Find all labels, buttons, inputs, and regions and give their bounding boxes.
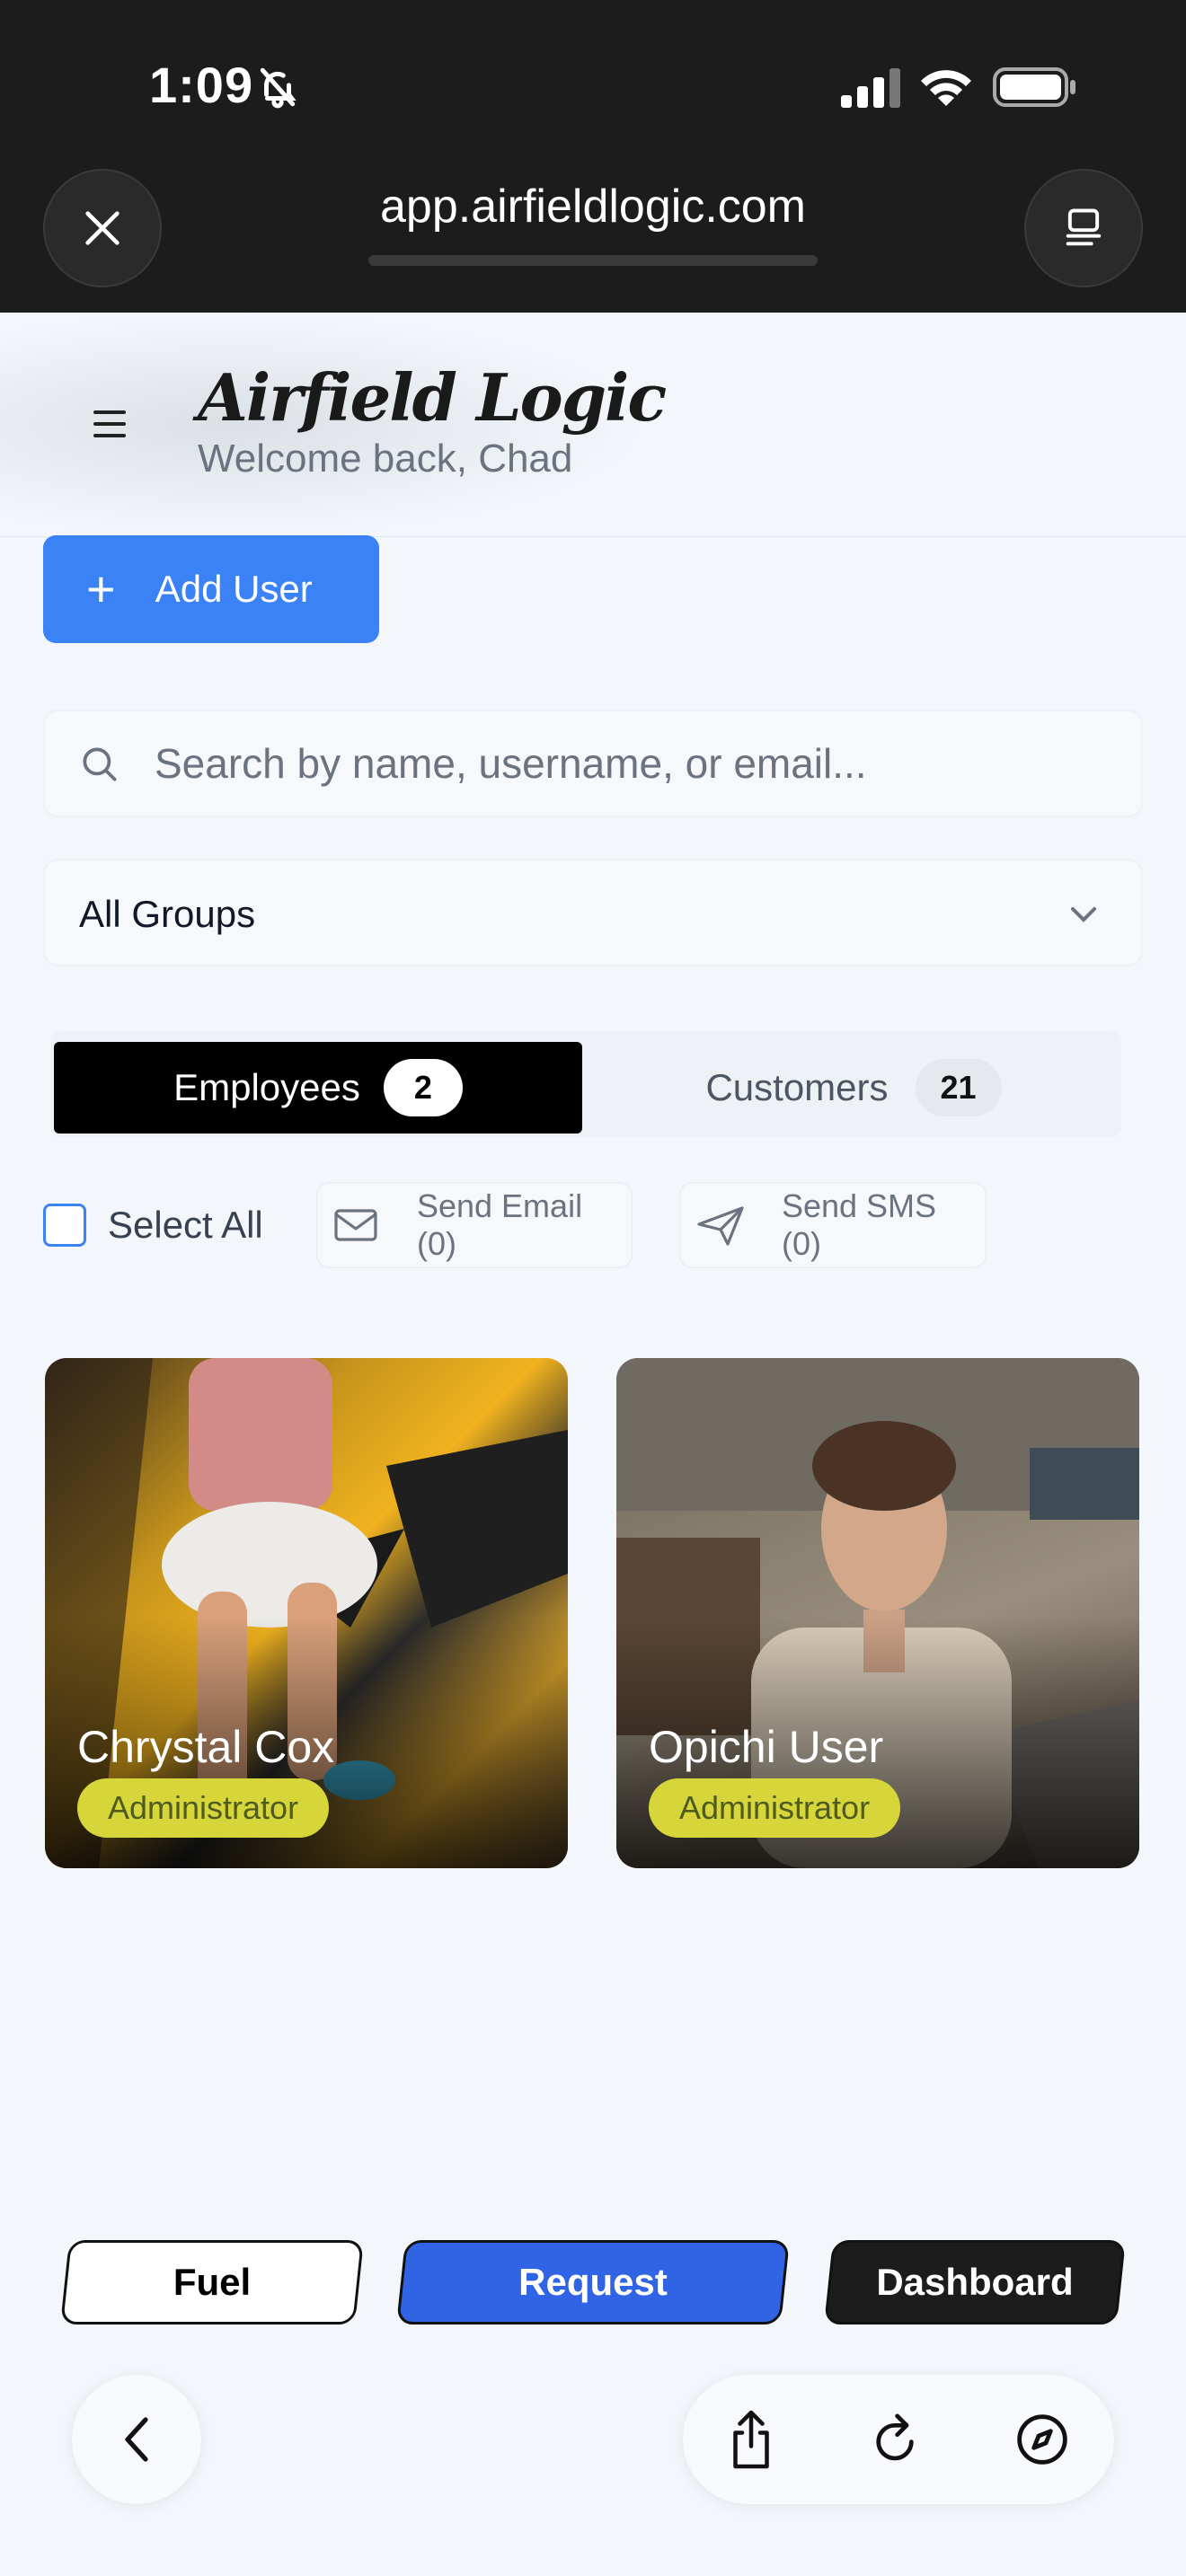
select-all-checkbox[interactable]: [43, 1204, 86, 1247]
user-name: Chrystal Cox: [77, 1722, 335, 1772]
tabs-button[interactable]: [1024, 169, 1143, 287]
menu-icon: [93, 410, 126, 437]
request-button[interactable]: Request: [396, 2240, 790, 2325]
reload-icon[interactable]: [863, 2407, 927, 2472]
send-email-button[interactable]: Send Email (0): [316, 1182, 633, 1268]
send-email-label: Send Email (0): [416, 1187, 583, 1262]
tab-customers[interactable]: Customers 21: [589, 1042, 1118, 1134]
signal-icon: [841, 68, 900, 108]
user-name: Opichi User: [649, 1722, 884, 1772]
menu-button[interactable]: [83, 397, 137, 451]
request-label: Request: [518, 2261, 668, 2303]
back-button[interactable]: [72, 2375, 201, 2504]
add-user-label: Add User: [155, 568, 313, 610]
tab-employees-label: Employees: [173, 1066, 360, 1108]
send-sms-button[interactable]: Send SMS (0): [679, 1182, 987, 1268]
select-all-label[interactable]: Select All: [108, 1204, 263, 1247]
tab-employees-count: 2: [383, 1059, 463, 1116]
battery-icon: [993, 67, 1075, 107]
search-icon: [83, 747, 117, 781]
send-sms-label: Send SMS (0): [781, 1187, 937, 1262]
add-user-button[interactable]: + Add User: [43, 535, 379, 643]
user-type-tabs: Employees 2 Customers 21: [50, 1031, 1121, 1137]
plus-icon: +: [86, 560, 116, 617]
send-icon: [697, 1206, 744, 1246]
dashboard-button[interactable]: Dashboard: [824, 2240, 1126, 2325]
url-bar[interactable]: app.airfieldlogic.com: [359, 180, 827, 234]
compass-icon[interactable]: [1010, 2407, 1075, 2472]
tab-customers-count: 21: [915, 1059, 1002, 1116]
mail-icon: [334, 1209, 377, 1241]
user-card[interactable]: Chrystal Cox Administrator: [45, 1358, 568, 1868]
fuel-button[interactable]: Fuel: [60, 2240, 364, 2325]
fuel-label: Fuel: [173, 2261, 252, 2303]
back-icon: [125, 2417, 148, 2462]
welcome-message: Welcome back, Chad: [198, 437, 573, 481]
tab-employees[interactable]: Employees 2: [54, 1042, 582, 1134]
share-icon[interactable]: [719, 2407, 783, 2472]
status-time: 1:09: [149, 57, 254, 113]
bell-slash-icon: [260, 67, 296, 109]
tab-customers-label: Customers: [705, 1066, 889, 1108]
brand-logo: Airfield Logic: [198, 359, 667, 436]
role-badge: Administrator: [77, 1778, 330, 1838]
search-input[interactable]: [155, 711, 1125, 816]
group-select[interactable]: All Groups: [43, 859, 1143, 966]
tabs-icon: [1066, 208, 1102, 246]
role-badge: Administrator: [649, 1778, 901, 1838]
app-header: Airfield Logic Welcome back, Chad: [0, 313, 1186, 537]
url-progress: [368, 255, 818, 266]
close-tab-button[interactable]: [43, 169, 162, 287]
user-card[interactable]: Opichi User Administrator: [616, 1358, 1139, 1868]
wifi-icon: [921, 70, 971, 106]
search-box: [43, 710, 1143, 817]
dashboard-label: Dashboard: [876, 2261, 1074, 2303]
browser-top-bar: 1:09 app.airfieldlogic.com: [0, 0, 1186, 313]
chevron-down-icon: [1071, 907, 1096, 922]
close-icon: [85, 211, 119, 245]
group-select-value: All Groups: [79, 893, 256, 935]
